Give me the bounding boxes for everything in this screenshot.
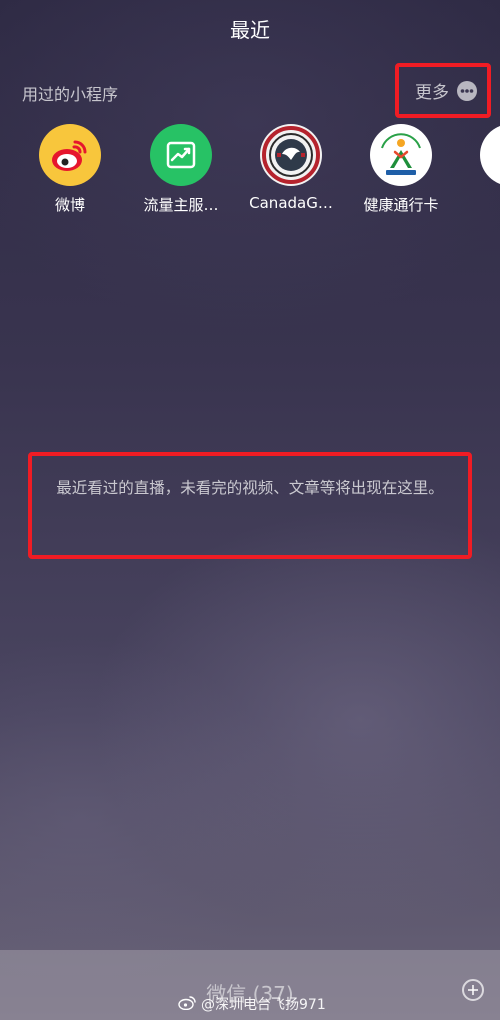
mini-program-label: 健康通行卡: [363, 196, 439, 214]
empty-state-message: 最近看过的直播，未看完的视频、文章等将出现在这里。: [56, 479, 444, 497]
canada-goose-logo: [260, 124, 322, 186]
mini-program-traffic[interactable]: 流量主服…: [126, 124, 236, 215]
mini-program-label: 流量主服…: [143, 196, 219, 214]
trend-chart-icon: [150, 124, 212, 186]
guangdong-logo: [480, 124, 500, 186]
highlight-box-more: [395, 63, 491, 118]
weibo-icon: [39, 124, 101, 186]
recent-mini-programs-label: 用过的小程序: [22, 85, 119, 104]
highlight-box-empty-state: [28, 452, 472, 559]
health-pass-logo: [370, 124, 432, 186]
mini-program-label: 微博: [54, 196, 85, 214]
weibo-watermark-icon: [178, 995, 196, 1014]
mini-program-list: 微博 流量主服… CanadaG… 健康通行卡: [0, 124, 500, 224]
watermark: @深圳电台飞扬971: [178, 994, 326, 1014]
mini-program-guangdong[interactable]: 粤: [456, 124, 500, 215]
mini-program-label: CanadaG…: [249, 194, 333, 212]
watermark-text: @深圳电台飞扬971: [201, 997, 326, 1013]
mini-program-weibo[interactable]: 微博: [15, 124, 125, 215]
page-title: 最近: [230, 18, 270, 42]
mini-program-health-pass[interactable]: 健康通行卡: [346, 124, 456, 215]
mini-program-canada-goose[interactable]: CanadaG…: [236, 124, 346, 212]
mini-program-label: 粤: [456, 194, 500, 215]
plus-icon[interactable]: [462, 979, 484, 1001]
